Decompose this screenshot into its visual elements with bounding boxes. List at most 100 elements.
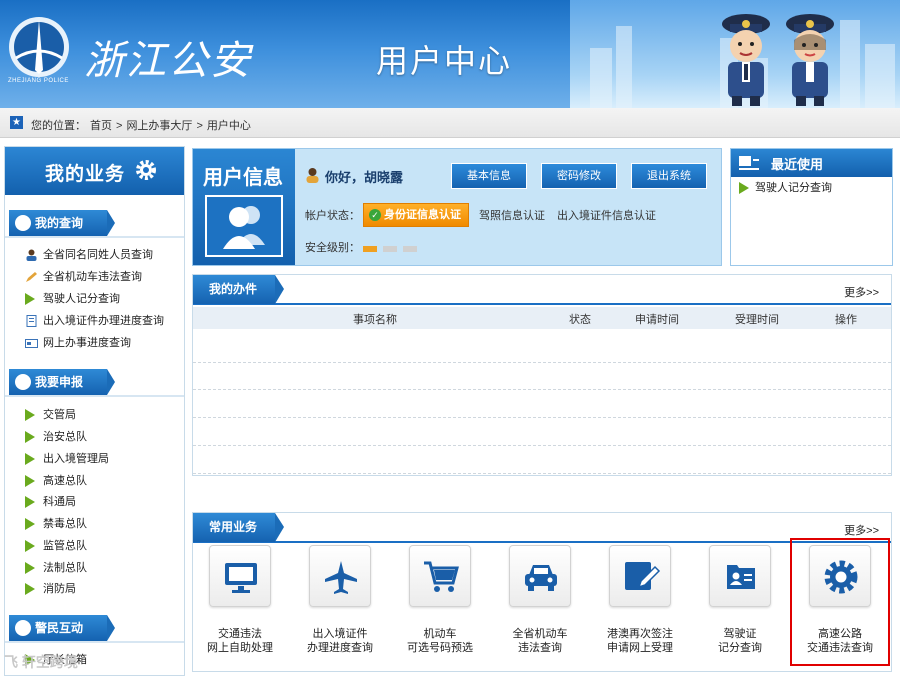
magnifier-icon — [15, 215, 31, 231]
service-vehicle-plate[interactable]: 机动车 可选号码预选 — [395, 545, 485, 655]
service-icon-box[interactable] — [709, 545, 771, 607]
service-label: 交通违法 — [218, 628, 262, 640]
service-label: 申请网上受理 — [607, 642, 673, 654]
my-tasks-more-link[interactable]: 更多>> — [844, 284, 879, 300]
sidebar-section-apply[interactable]: 我要申报 — [9, 369, 115, 395]
arrow-icon — [25, 540, 35, 552]
security-level-bar-3 — [403, 246, 417, 252]
service-label: 可选号码预选 — [407, 642, 473, 654]
sidebar-item-exit-entry-bureau[interactable]: 出入境管理局 — [25, 450, 109, 468]
recent-panel: 最近使用 驾驶人记分查询 — [730, 148, 893, 266]
sidebar-item-public-security[interactable]: 治安总队 — [25, 428, 87, 446]
sidebar-item-label: 出入境证件办理进度查询 — [43, 315, 164, 327]
id-card-icon — [727, 565, 755, 589]
service-icon-box[interactable] — [509, 545, 571, 607]
common-services-title: 常用业务 — [193, 513, 284, 542]
sidebar-item-legal[interactable]: 法制总队 — [25, 559, 87, 577]
sidebar-item-label: 监管总队 — [43, 540, 87, 552]
sidebar-item-exit-entry-progress[interactable]: 出入境证件办理进度查询 — [25, 312, 164, 330]
service-icon-box[interactable] — [409, 545, 471, 607]
sidebar-section-interaction[interactable]: 警民互动 — [9, 615, 115, 641]
document-icon — [26, 315, 37, 327]
col-item-name: 事项名称 — [353, 314, 397, 326]
page-title: 用户中心 — [376, 43, 513, 79]
sidebar-item-tech-bureau[interactable]: 科通局 — [25, 493, 76, 511]
sidebar-item-label: 全省同名同姓人员查询 — [43, 249, 153, 261]
common-services-header: 常用业务 更多>> — [193, 513, 891, 543]
security-level-label: 安全级别： — [305, 242, 360, 254]
sidebar-item-label: 驾驶人记分查询 — [43, 293, 120, 305]
arrow-icon — [25, 431, 35, 443]
service-label: 办理进度查询 — [307, 642, 373, 654]
sidebar-section-my-queries[interactable]: 我的查询 — [9, 210, 115, 236]
sidebar-item-vehicle-violation-query[interactable]: 全省机动车违法查询 — [25, 268, 142, 286]
common-services-more-link[interactable]: 更多>> — [844, 522, 879, 538]
service-license-points[interactable]: 驾驶证 记分查询 — [695, 545, 785, 655]
breadcrumb-path: 您的位置： 首页 > 网上办事大厅 > 用户中心 — [31, 117, 255, 133]
user-icon — [306, 168, 319, 183]
breadcrumb-hall-link[interactable]: 网上办事大厅 — [126, 120, 192, 132]
sidebar-item-traffic-bureau[interactable]: 交管局 — [25, 406, 76, 424]
service-hk-macau-endorsement[interactable]: 港澳再次签注 申请网上受理 — [595, 545, 685, 655]
highlight-box — [790, 538, 890, 666]
recent-item-driver-points[interactable]: 驾驶人记分查询 — [739, 181, 832, 195]
logo-subtitle: ZHEJIANG POLICE — [8, 78, 69, 84]
service-vehicle-violation-query[interactable]: 全省机动车 违法查询 — [495, 545, 585, 655]
service-label: 机动车 — [423, 628, 457, 640]
arrow-icon — [25, 562, 35, 574]
logo-text: 浙江公安 — [84, 38, 252, 84]
sidebar-item-highway-corps[interactable]: 高速总队 — [25, 472, 87, 490]
service-label: 出入境证件 — [312, 628, 368, 640]
watermark: 飞 轩空跨境 — [4, 654, 78, 670]
table-row — [193, 389, 891, 390]
my-tasks-header: 我的办件 更多>> — [193, 275, 891, 305]
license-verification-link[interactable]: 驾照信息认证 — [479, 207, 545, 223]
sidebar-item-supervision[interactable]: 监管总队 — [25, 537, 87, 555]
airplane-icon — [325, 561, 357, 594]
table-row — [193, 473, 891, 474]
table-header: 事项名称 状态 申请时间 受理时间 操作 — [193, 307, 891, 329]
sidebar-item-label: 科通局 — [43, 496, 76, 508]
service-icon-box[interactable] — [209, 545, 271, 607]
change-password-button[interactable]: 密码修改 — [541, 163, 617, 189]
arrow-icon — [25, 409, 35, 421]
exit-entry-verification-link[interactable]: 出入境证件信息认证 — [557, 207, 656, 223]
col-accept-time: 受理时间 — [735, 314, 779, 326]
user-greeting: 你好，胡晓露 — [305, 167, 403, 186]
edit-icon — [625, 562, 661, 590]
logout-button[interactable]: 退出系统 — [631, 163, 707, 189]
people-icon — [15, 620, 31, 636]
breadcrumb-home-link[interactable]: 首页 — [90, 120, 112, 132]
id-verification-label: 身份证信息认证 — [384, 209, 461, 221]
sidebar-item-fire[interactable]: 消防局 — [25, 580, 76, 598]
gear-icon — [136, 160, 156, 180]
sidebar-item-label: 全省机动车违法查询 — [43, 271, 142, 283]
user-info-header: 用户信息 — [193, 149, 295, 265]
sidebar: 我的业务 我的查询 全省同名同姓人员查询 全省机动车违法查询 驾驶人记分查询 出… — [4, 146, 185, 676]
recent-item-label: 驾驶人记分查询 — [755, 182, 832, 194]
sidebar-header: 我的业务 — [5, 147, 184, 195]
header-banner: 浙江公安 ZHEJIANG POLICE 用户中心 — [0, 0, 900, 108]
sidebar-section-label: 警民互动 — [35, 621, 84, 635]
arrow-icon — [25, 475, 35, 487]
service-icon-box[interactable] — [609, 545, 671, 607]
sidebar-item-narcotics[interactable]: 禁毒总队 — [25, 515, 87, 533]
monitor-icon — [225, 563, 257, 593]
sidebar-item-label: 治安总队 — [43, 431, 87, 443]
arrow-icon — [739, 182, 749, 194]
sidebar-title: 我的业务 — [45, 164, 126, 185]
service-exit-entry-progress[interactable]: 出入境证件 办理进度查询 — [295, 545, 385, 655]
sidebar-item-driver-points-query[interactable]: 驾驶人记分查询 — [25, 290, 120, 308]
account-status-label: 帐户状态： — [305, 210, 360, 222]
user-info-title: 用户信息 — [203, 167, 283, 189]
service-traffic-violation[interactable]: 交通违法 网上自助处理 — [195, 545, 285, 655]
arrow-icon — [25, 453, 35, 465]
basic-info-button[interactable]: 基本信息 — [451, 163, 527, 189]
my-tasks-panel: 我的办件 更多>> 事项名称 状态 申请时间 受理时间 操作 — [192, 274, 892, 476]
recent-title: 最近使用 — [771, 157, 824, 172]
sidebar-item-name-query[interactable]: 全省同名同姓人员查询 — [25, 246, 153, 264]
col-status: 状态 — [569, 314, 591, 326]
id-verification-button[interactable]: ✓ 身份证信息认证 — [363, 203, 469, 227]
sidebar-item-online-progress[interactable]: 网上办事进度查询 — [25, 334, 131, 352]
service-icon-box[interactable] — [309, 545, 371, 607]
